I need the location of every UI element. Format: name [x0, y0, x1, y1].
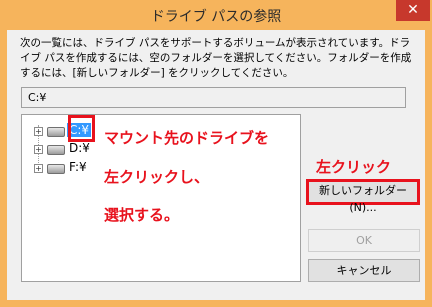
drive-icon: [47, 127, 65, 137]
tree-item-label[interactable]: F:¥: [69, 160, 87, 174]
expand-icon[interactable]: +: [34, 127, 43, 136]
annotation-highlight-c-drive: [68, 115, 95, 142]
annotation-left-click: 左クリック: [316, 158, 392, 176]
dialog-title: ドライブ パスの参照: [150, 9, 282, 25]
expand-icon[interactable]: +: [34, 164, 43, 173]
annotation-step-line3: 選択する。: [104, 206, 180, 224]
tree-item-label[interactable]: D:¥: [69, 141, 90, 155]
new-folder-button[interactable]: 新しいフォルダー(N)...: [306, 179, 420, 214]
annotation-step-line2: 左クリックし、: [104, 168, 210, 186]
instructions-text: 次の一覧には、ドライブ パスをサポートするボリュームが表示されています。ドライブ…: [20, 37, 412, 79]
title-bar[interactable]: ドライブ パスの参照 ✕: [0, 0, 432, 30]
cancel-button[interactable]: キャンセル: [308, 259, 420, 282]
close-icon: ✕: [407, 2, 419, 18]
close-button[interactable]: ✕: [396, 0, 430, 21]
drive-icon: [47, 145, 65, 155]
annotation-step-line1: マウント先のドライブを: [104, 129, 270, 147]
ok-button[interactable]: OK: [308, 229, 420, 252]
selected-path-field: C:¥: [21, 87, 406, 108]
expand-icon[interactable]: +: [34, 145, 43, 154]
drive-icon: [47, 164, 65, 174]
